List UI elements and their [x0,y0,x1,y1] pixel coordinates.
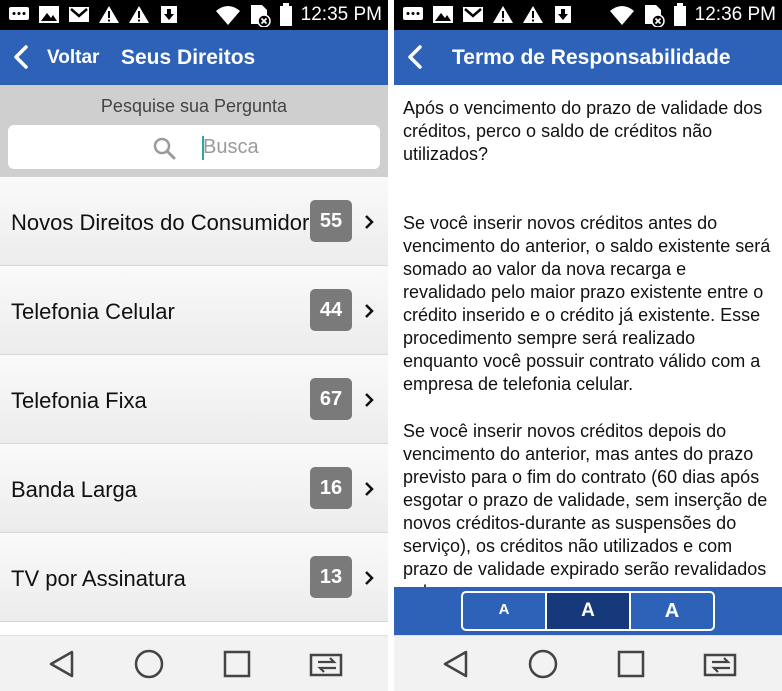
alert-icon [99,6,119,23]
home-circle-icon[interactable] [527,648,559,680]
alert-icon [129,6,149,23]
back-button[interactable]: Voltar [47,47,99,69]
alert-icon [523,6,543,23]
clock: 12:36 PM [694,4,776,25]
search-box[interactable] [8,125,380,169]
category-list: Novos Direitos do Consumidor 55 Telefoni… [0,177,388,622]
font-size-bar: A A A [394,587,782,635]
recents-square-icon[interactable] [615,648,647,680]
gmail-icon [69,7,89,22]
download-icon [161,6,177,23]
answer-content[interactable]: Após o vencimento do prazo de validade d… [394,85,782,587]
item-label: Banda Larga [11,477,137,502]
list-item[interactable]: Telefonia Celular 44 [0,266,388,355]
chevron-right-icon [365,304,374,318]
home-circle-icon[interactable] [133,648,165,680]
sim-icon [644,5,665,27]
chevron-right-icon [365,482,374,496]
search-caption: Pesquise sua Pergunta [100,96,288,116]
navigation-bar [0,635,388,691]
right-screen: 12:36 PM Termo de Responsabilidade Após … [394,0,782,691]
battery-icon [673,3,686,26]
item-label: Telefonia Celular [11,299,175,324]
count-badge: 13 [310,556,352,598]
left-screen: 12:35 PM Voltar Seus Direitos Pesquise s… [0,0,388,691]
notification-icons [402,5,574,24]
count-badge: 67 [310,378,352,420]
back-chevron-icon[interactable] [8,42,38,72]
list-item[interactable]: Novos Direitos do Consumidor 55 [0,177,388,266]
item-label: Novos Direitos do Consumidor [11,210,310,235]
app-header: Termo de Responsabilidade [394,30,782,85]
font-size-medium-button[interactable]: A [547,593,631,629]
notification-icons [8,5,180,24]
clock: 12:35 PM [300,4,382,25]
status-bar: 12:35 PM [0,0,388,30]
chevron-right-icon [365,393,374,407]
switch-app-icon[interactable] [308,648,346,680]
magnifier-icon [153,137,176,160]
battery-icon [279,3,292,26]
item-label: TV por Assinatura [11,566,186,591]
image-icon [433,6,453,23]
switch-app-icon[interactable] [702,648,740,680]
wifi-icon [609,6,634,25]
search-section: Pesquise sua Pergunta [0,85,388,177]
chevron-right-icon [365,215,374,229]
back-triangle-icon[interactable] [46,648,78,680]
navigation-bar [394,635,782,691]
font-size-large-button[interactable]: A [631,593,713,629]
search-input[interactable] [203,133,373,161]
font-size-selector: A A A [461,591,715,631]
back-triangle-icon[interactable] [440,648,472,680]
list-item[interactable]: Telefonia Fixa 67 [0,355,388,444]
recents-square-icon[interactable] [221,648,253,680]
font-size-small-button[interactable]: A [463,593,547,629]
answer-paragraph: Se você inserir novos créditos depois do… [403,421,768,587]
download-icon [555,6,571,23]
count-badge: 55 [310,200,352,242]
page-title: Termo de Responsabilidade [452,46,731,69]
item-label: Telefonia Fixa [11,388,147,413]
image-icon [39,6,59,23]
question-text: Após o vencimento do prazo de validade d… [403,98,763,164]
list-item[interactable]: Banda Larga 16 [0,444,388,533]
list-item[interactable]: TV por Assinatura 13 [0,533,388,622]
back-chevron-icon[interactable] [402,42,432,72]
sim-icon [250,5,271,27]
system-status: 12:36 PM [609,3,776,27]
answer-paragraph: Se você inserir novos créditos antes do … [403,213,771,394]
status-bar: 12:36 PM [394,0,782,30]
gmail-icon [463,7,483,22]
count-badge: 44 [310,289,352,331]
count-badge: 16 [310,467,352,509]
app-header: Voltar Seus Direitos [0,30,388,85]
system-status: 12:35 PM [215,3,382,27]
chevron-right-icon [365,571,374,585]
alert-icon [493,6,513,23]
message-icon [9,7,29,20]
page-title: Seus Direitos [121,46,256,69]
message-icon [403,7,423,20]
wifi-icon [215,6,240,25]
